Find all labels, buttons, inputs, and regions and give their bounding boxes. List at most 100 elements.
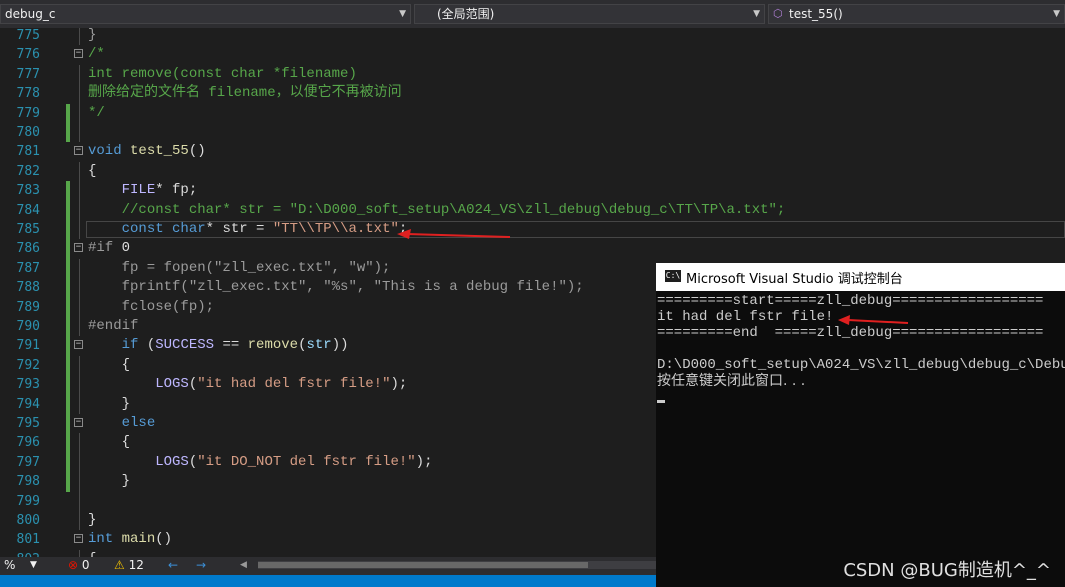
outline-guide bbox=[79, 491, 80, 511]
code-line[interactable]: 785 const char* str = "TT\\TP\\a.txt"; bbox=[0, 220, 1065, 240]
code-text[interactable]: { bbox=[88, 162, 96, 181]
scope-dropdown[interactable]: (全局范围) ▼ bbox=[414, 4, 765, 24]
warning-count: 12 bbox=[128, 558, 144, 572]
fold-toggle-icon[interactable]: − bbox=[74, 340, 83, 350]
line-number: 781 bbox=[16, 144, 40, 160]
code-text[interactable]: } bbox=[88, 472, 130, 491]
warning-icon: ⚠ bbox=[114, 558, 125, 572]
outline-guide bbox=[79, 433, 80, 453]
code-text[interactable]: if (SUCCESS == remove(str)) bbox=[88, 336, 349, 355]
navigate-back-icon[interactable]: ← bbox=[168, 557, 178, 573]
horizontal-scrollbar[interactable] bbox=[258, 561, 658, 569]
outline-guide bbox=[79, 28, 80, 46]
code-line[interactable]: 775} bbox=[0, 28, 1065, 46]
code-text[interactable]: { bbox=[88, 550, 96, 557]
code-line[interactable]: 780 bbox=[0, 123, 1065, 143]
console-title-bar[interactable]: C:\ Microsoft Visual Studio 调试控制台 bbox=[656, 263, 1065, 291]
outline-guide bbox=[79, 278, 80, 298]
zoom-level[interactable]: % bbox=[4, 557, 15, 573]
code-text[interactable]: } bbox=[88, 511, 96, 530]
error-indicator[interactable]: ⊗ 0 bbox=[68, 557, 90, 573]
code-text[interactable]: const char* str = "TT\\TP\\a.txt"; bbox=[88, 220, 408, 239]
function-name: test_55() bbox=[789, 7, 843, 21]
line-number: 780 bbox=[16, 125, 40, 140]
code-line[interactable]: 786 − #if 0 bbox=[0, 239, 1065, 259]
fold-toggle-icon[interactable]: − bbox=[74, 243, 83, 253]
fold-toggle-icon[interactable]: − bbox=[74, 534, 83, 544]
code-line[interactable]: 779 */ bbox=[0, 103, 1065, 123]
line-number: 784 bbox=[16, 202, 40, 218]
change-marker bbox=[66, 200, 70, 220]
outline-guide bbox=[79, 123, 80, 143]
line-number: 794 bbox=[16, 396, 40, 412]
change-marker bbox=[66, 336, 70, 356]
outline-guide bbox=[79, 355, 80, 376]
change-marker bbox=[66, 394, 70, 414]
line-number: 795 bbox=[16, 416, 40, 431]
line-number: 778 bbox=[16, 86, 40, 102]
line-number: 790 bbox=[16, 319, 40, 334]
fold-toggle-icon[interactable]: − bbox=[74, 49, 83, 59]
console-line: =========start=====zll_debug============… bbox=[657, 293, 1044, 309]
scroll-left-icon[interactable]: ◀ bbox=[240, 557, 247, 573]
code-line[interactable]: 776 −/* bbox=[0, 45, 1065, 64]
fold-toggle-icon[interactable]: − bbox=[74, 146, 83, 156]
code-text[interactable]: int remove(const char *filename) bbox=[88, 65, 357, 84]
code-text[interactable]: fprintf("zll_exec.txt", "%s", "This is a… bbox=[88, 278, 584, 297]
change-marker bbox=[66, 452, 70, 473]
code-text[interactable]: else bbox=[88, 414, 156, 433]
code-text[interactable]: FILE* fp; bbox=[88, 181, 198, 200]
code-text[interactable]: { bbox=[88, 356, 130, 375]
project-dropdown[interactable]: debug_c ▼ bbox=[0, 4, 411, 24]
warning-indicator[interactable]: ⚠ 12 bbox=[114, 557, 144, 573]
line-number: 793 bbox=[16, 377, 40, 393]
code-text[interactable]: fclose(fp); bbox=[88, 298, 214, 317]
code-text[interactable]: 删除给定的文件名 filename，以便它不再被访问 bbox=[88, 84, 402, 103]
code-line[interactable]: 782 { bbox=[0, 161, 1065, 182]
function-dropdown[interactable]: ⬡ test_55() ▼ bbox=[768, 4, 1065, 24]
code-text[interactable]: fp = fopen("zll_exec.txt", "w"); bbox=[88, 259, 391, 278]
line-number: 796 bbox=[16, 435, 40, 451]
scrollbar-thumb[interactable] bbox=[258, 562, 588, 568]
code-text[interactable]: */ bbox=[88, 104, 105, 123]
code-text[interactable]: /* bbox=[88, 45, 105, 64]
code-text[interactable]: #endif bbox=[88, 317, 138, 336]
code-text[interactable]: } bbox=[88, 395, 130, 414]
code-text[interactable]: int main() bbox=[88, 530, 172, 549]
code-line[interactable]: 784 //const char* str = "D:\D000_soft_se… bbox=[0, 200, 1065, 220]
code-line[interactable]: 777 int remove(const char *filename) bbox=[0, 64, 1065, 85]
debug-console-window[interactable]: C:\ Microsoft Visual Studio 调试控制台 ======… bbox=[656, 263, 1065, 587]
code-line[interactable]: 783 FILE* fp; bbox=[0, 181, 1065, 201]
code-text[interactable]: { bbox=[88, 433, 130, 452]
navigation-bar: debug_c ▼ (全局范围) ▼ ⬡ test_55() ▼ bbox=[0, 0, 1065, 28]
navigate-forward-icon[interactable]: → bbox=[196, 557, 206, 573]
code-text[interactable]: //const char* str = "D:\D000_soft_setup\… bbox=[88, 201, 786, 220]
outline-guide bbox=[79, 472, 80, 492]
zoom-dropdown-icon[interactable]: ▼ bbox=[30, 557, 37, 573]
code-text[interactable]: LOGS("it DO_NOT del fstr file!"); bbox=[88, 453, 432, 472]
change-marker bbox=[66, 472, 70, 492]
outline-guide bbox=[79, 549, 80, 557]
code-text[interactable]: #if 0 bbox=[88, 239, 130, 258]
line-number: 785 bbox=[16, 222, 40, 237]
change-marker bbox=[66, 297, 70, 317]
line-number: 777 bbox=[16, 66, 40, 82]
fold-toggle-icon[interactable]: − bbox=[74, 418, 83, 427]
code-line[interactable]: 781 − void test_55() bbox=[0, 142, 1065, 161]
change-marker bbox=[66, 355, 70, 376]
change-marker bbox=[66, 258, 70, 279]
line-number: 783 bbox=[16, 183, 40, 199]
outline-guide bbox=[79, 84, 80, 104]
code-text[interactable]: } bbox=[88, 28, 96, 45]
outline-guide bbox=[79, 452, 80, 473]
code-text[interactable]: void test_55() bbox=[88, 142, 206, 161]
outline-guide bbox=[79, 511, 80, 531]
outline-guide bbox=[79, 200, 80, 220]
line-number: 797 bbox=[16, 454, 40, 470]
outline-guide bbox=[79, 297, 80, 317]
chevron-down-icon: ▼ bbox=[399, 9, 406, 19]
code-text[interactable]: LOGS("it had del fstr file!"); bbox=[88, 375, 407, 394]
chevron-down-icon: ▼ bbox=[753, 9, 760, 19]
code-line[interactable]: 778 删除给定的文件名 filename，以便它不再被访问 bbox=[0, 84, 1065, 104]
change-marker bbox=[66, 278, 70, 298]
